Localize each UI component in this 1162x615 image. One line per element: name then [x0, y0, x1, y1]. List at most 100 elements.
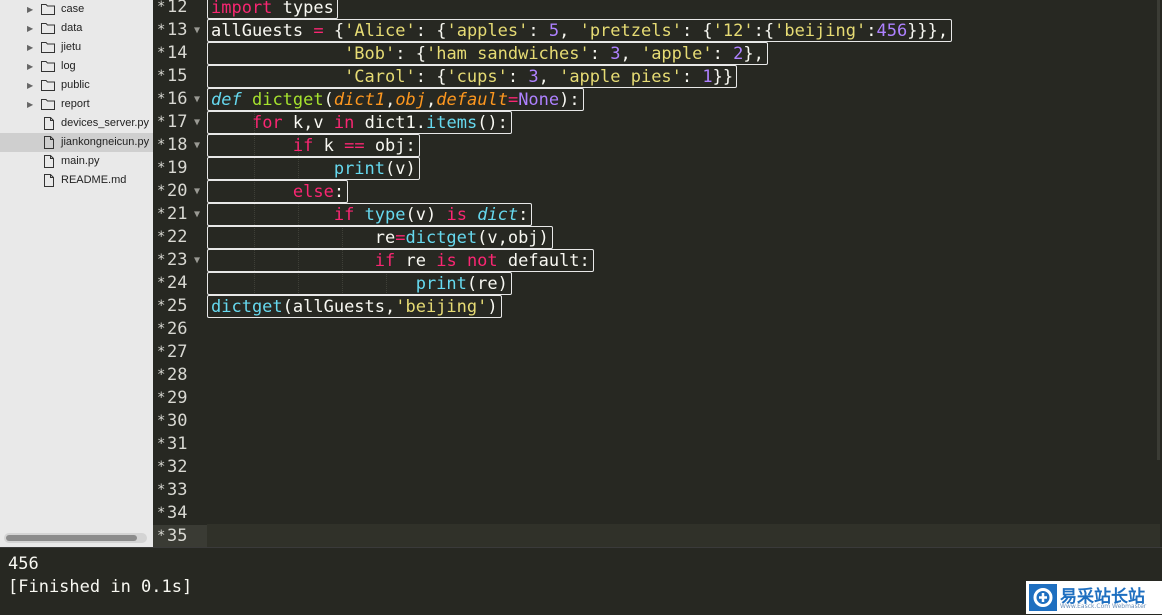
code-token: (allGuests, [282, 297, 396, 317]
sidebar-folder-public[interactable]: ▶ public [0, 76, 153, 95]
fold-arrow-icon[interactable]: ▼ [194, 111, 200, 134]
line-number-22[interactable]: * 22 [153, 226, 207, 249]
code-token: (v) [405, 205, 447, 225]
code-line[interactable]: print(re) [207, 272, 512, 295]
code-token: k,v [282, 113, 334, 133]
code-line[interactable]: re=dictget(v,obj) [207, 226, 553, 249]
fold-arrow-icon[interactable]: ▼ [194, 134, 200, 157]
modified-marker: * [157, 68, 166, 84]
line-number-24[interactable]: * 24 [153, 272, 207, 295]
line-number-30[interactable]: * 30 [153, 410, 207, 433]
line-number-34[interactable]: * 34 [153, 502, 207, 525]
code-token: 3 [528, 67, 539, 87]
line-number-18[interactable]: * 18 ▼ [153, 134, 207, 157]
modified-marker: * [157, 344, 166, 360]
code-line[interactable]: 'Bob': {'ham sandwiches': 3, 'apple': 2}… [207, 42, 768, 65]
line-number-16[interactable]: * 16 ▼ [153, 88, 207, 111]
code-editor[interactable]: import types allGuests = {'Alice': {'appl… [207, 0, 1160, 547]
modified-marker: * [157, 229, 166, 245]
line-number-33[interactable]: * 33 [153, 479, 207, 502]
code-token: 456 [876, 21, 908, 41]
code-token: : [681, 67, 703, 87]
expand-arrow-icon[interactable]: ▶ [27, 76, 37, 95]
fold-arrow-icon[interactable]: ▼ [194, 19, 200, 42]
line-number-12[interactable]: * 12 [153, 0, 207, 19]
code-token: == [344, 136, 365, 156]
line-number-21[interactable]: * 21 ▼ [153, 203, 207, 226]
expand-arrow-icon[interactable]: ▶ [27, 19, 37, 38]
line-number-text: 23 [167, 250, 188, 270]
code-line[interactable]: 'Carol': {'cups': 3, 'apple pies': 1}} [207, 65, 738, 88]
sidebar-folder-case[interactable]: ▶ case [0, 0, 153, 19]
code-token: type [364, 205, 406, 225]
sidebar-folder-data[interactable]: ▶ data [0, 19, 153, 38]
line-number-32[interactable]: * 32 [153, 456, 207, 479]
line-number-23[interactable]: * 23 ▼ [153, 249, 207, 272]
code-token: , [559, 21, 580, 41]
code-line[interactable]: if re is not default: [207, 249, 594, 272]
line-number-text: 20 [167, 181, 188, 201]
line-number-14[interactable]: * 14 [153, 42, 207, 65]
line-number-29[interactable]: * 29 [153, 387, 207, 410]
fold-arrow-icon[interactable]: ▼ [194, 180, 200, 203]
expand-arrow-icon[interactable]: ▶ [27, 38, 37, 57]
line-number-text: 24 [167, 273, 188, 293]
sidebar-file-jiankongneicun-py[interactable]: jiankongneicun.py [0, 133, 153, 152]
sidebar-folder-jietu[interactable]: ▶ jietu [0, 38, 153, 57]
line-number-28[interactable]: * 28 [153, 364, 207, 387]
line-number-19[interactable]: * 19 [153, 157, 207, 180]
line-number-17[interactable]: * 17 ▼ [153, 111, 207, 134]
fold-arrow-icon[interactable]: ▼ [194, 249, 200, 272]
line-number-31[interactable]: * 31 [153, 433, 207, 456]
line-number-15[interactable]: * 15 [153, 65, 207, 88]
code-token: import [211, 0, 273, 18]
code-token: items [426, 113, 478, 133]
sidebar-file-main-py[interactable]: main.py [0, 152, 153, 171]
expand-arrow-icon[interactable]: ▶ [27, 57, 37, 76]
fold-arrow-icon[interactable]: ▼ [194, 88, 200, 111]
code-token: = [313, 21, 324, 41]
line-number-25[interactable]: * 25 [153, 295, 207, 318]
code-line[interactable]: else: [207, 180, 349, 203]
code-line[interactable]: if k == obj: [207, 134, 420, 157]
sidebar-item-label: log [61, 60, 76, 72]
code-line[interactable]: print(v) [207, 157, 420, 180]
expand-arrow-icon[interactable]: ▶ [27, 0, 37, 19]
code-line[interactable]: for k,v in dict1.items(): [207, 111, 512, 134]
sidebar-folder-log[interactable]: ▶ log [0, 57, 153, 76]
code-line[interactable]: allGuests = {'Alice': {'apples': 5, 'pre… [207, 19, 953, 42]
line-number-27[interactable]: * 27 [153, 341, 207, 364]
modified-marker: * [157, 183, 166, 199]
line-number-text: 18 [167, 135, 188, 155]
line-number-35[interactable]: * 35 [153, 525, 207, 548]
code-token: 3 [610, 44, 621, 64]
line-number-text: 26 [167, 319, 188, 339]
code-line[interactable]: dictget(allGuests,'beijing') [207, 295, 502, 318]
code-token: = [507, 90, 519, 110]
expand-arrow-icon[interactable]: ▶ [27, 95, 37, 114]
code-token: if [333, 205, 355, 225]
code-line[interactable]: import types [207, 0, 338, 19]
sidebar-folder-report[interactable]: ▶ report [0, 95, 153, 114]
sidebar-scrollbar-thumb[interactable] [6, 535, 137, 541]
line-number-text: 25 [167, 296, 188, 316]
fold-arrow-icon[interactable]: ▼ [194, 203, 200, 226]
modified-marker: * [157, 367, 166, 383]
sidebar-file-devices-server-py[interactable]: devices_server.py [0, 114, 153, 133]
code-token: dict1 [333, 90, 386, 110]
editor-scrollbar[interactable] [1157, 0, 1160, 460]
watermark-logo-icon [1029, 584, 1057, 611]
sidebar-file-readme-md[interactable]: README.md [0, 171, 153, 190]
line-number-26[interactable]: * 26 [153, 318, 207, 341]
line-number-13[interactable]: * 13 ▼ [153, 19, 207, 42]
modified-marker: * [157, 436, 166, 452]
code-token: (v) [385, 159, 416, 179]
code-line[interactable]: def dictget(dict1,obj,default=None): [207, 88, 584, 111]
line-number-20[interactable]: * 20 ▼ [153, 180, 207, 203]
code-line[interactable]: if type(v) is dict: [207, 203, 533, 226]
